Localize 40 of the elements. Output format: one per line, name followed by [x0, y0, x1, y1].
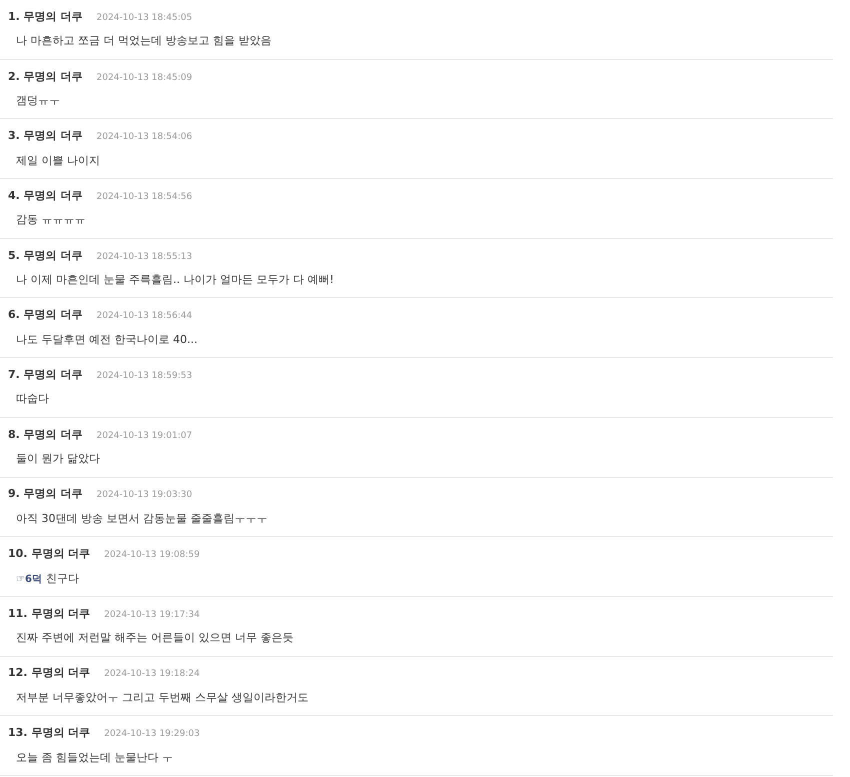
comment-author: 6. 무명의 더쿠: [8, 307, 82, 324]
comment-text: 오늘 좀 힘들었는데 눈물난다 ㅜ: [16, 750, 173, 766]
comment-text: 친구다: [46, 570, 79, 587]
comment-author: 11. 무명의 더쿠: [8, 606, 90, 622]
comment-author: 3. 무명의 더쿠: [8, 128, 82, 144]
comment-author: 9. 무명의 더쿠: [8, 486, 82, 502]
comment-time: 2024-10-13 18:59:53: [96, 370, 192, 383]
comment-text: 갬덩ㅠㅜ: [16, 93, 60, 110]
comment-text: 따숩다: [16, 391, 49, 408]
comment-text: 나 이제 마흔인데 눈물 주륵흘림.. 나이가 얼마든 모두가 다 예뻐!: [16, 272, 334, 288]
comment-author: 12. 무명의 더쿠: [8, 665, 90, 682]
comment-text: 진짜 주변에 저런말 해주는 어른들이 있으면 너무 좋은듯: [16, 630, 294, 646]
comment-text: 감동 ㅠㅠㅠㅠ: [16, 212, 86, 228]
comment-time: 2024-10-13 18:54:56: [96, 190, 192, 204]
comment-author: 1. 무명의 더쿠: [8, 8, 82, 25]
reply-link[interactable]: ☞6덕: [16, 572, 42, 587]
comment-author: 4. 무명의 더쿠: [8, 188, 82, 204]
comment-text: 나 마흔하고 쪼금 더 먹었는데 방송보고 힘을 받았음: [16, 33, 272, 50]
comment-text: 나도 두달후면 예전 한국나이로 40...: [16, 332, 198, 348]
comment-time: 2024-10-13 18:54:06: [96, 131, 192, 144]
comment-author: 8. 무명의 더쿠: [8, 426, 82, 443]
comment-time: 2024-10-13 18:56:44: [96, 310, 192, 324]
comment-text: 아직 30댄데 방송 보면서 감동눈물 줄줄흘림ㅜㅜㅜ: [16, 510, 268, 527]
comment-time: 2024-10-13 18:45:05: [96, 12, 192, 25]
comment-author: 2. 무명의 더쿠: [8, 68, 82, 85]
comment-author: 13. 무명의 더쿠: [8, 725, 90, 742]
comment-time: 2024-10-13 19:01:07: [96, 430, 192, 443]
comment-author: 7. 무명의 더쿠: [8, 366, 82, 383]
comment-time: 2024-10-13 18:45:09: [96, 72, 192, 85]
comment-author: 10. 무명의 더쿠: [8, 546, 90, 562]
comment-time: 2024-10-13 19:08:59: [104, 549, 200, 562]
comment-time: 2024-10-13 19:03:30: [96, 489, 192, 502]
comment-text: 제일 이쁠 나이지: [16, 152, 100, 169]
comment-author: 5. 무명의 더쿠: [8, 248, 82, 264]
comment-time: 2024-10-13 18:55:13: [96, 250, 192, 264]
comment-time: 2024-10-13 19:29:03: [104, 728, 200, 742]
comment-time: 2024-10-13 19:17:34: [104, 608, 200, 622]
comment-text: 저부분 너무좋았어ㅜ 그리고 두번째 스무살 생일이라한거도: [16, 690, 308, 706]
comment-time: 2024-10-13 19:18:24: [104, 668, 200, 682]
comment-text: 둘이 뭔가 닮았다: [16, 451, 100, 468]
